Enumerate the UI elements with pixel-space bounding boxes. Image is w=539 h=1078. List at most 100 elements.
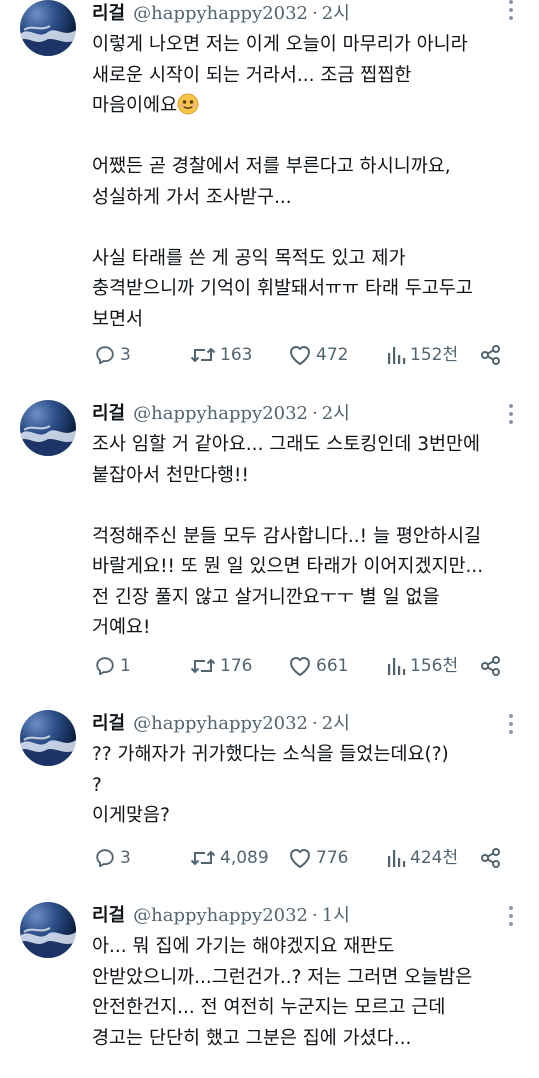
- separator-dot: ·: [312, 713, 318, 734]
- separator-dot: ·: [312, 403, 318, 424]
- action-bar: 3 163 472 152천: [92, 342, 512, 368]
- more-options-icon[interactable]: [508, 714, 514, 734]
- retweet-button[interactable]: 4,089: [190, 845, 269, 871]
- retweet-count: 176: [220, 656, 253, 676]
- reply-count: 1: [120, 656, 131, 676]
- text-line: ?? 가해자가 귀가했다는 소식을 들었는데요(?): [92, 744, 449, 765]
- text-line: 거예요!: [92, 617, 151, 638]
- text-line: 안전한건지... 전 여전히 누군지는 모르고 근데: [92, 997, 446, 1018]
- text-line: 새로운 시작이 되는 거라서... 조금 찝찝한: [92, 64, 412, 86]
- heart-icon: [290, 849, 310, 868]
- views-button[interactable]: 424천: [386, 845, 458, 871]
- timestamp[interactable]: 2시: [322, 713, 350, 734]
- more-options-icon[interactable]: [508, 906, 514, 926]
- tweet-header: 리걸 @happyhappy2032 · 2시: [92, 710, 350, 738]
- display-name[interactable]: 리걸: [92, 403, 125, 424]
- text-fragment: 마음이에요: [92, 95, 178, 116]
- share-icon: [481, 345, 500, 365]
- views-icon: [388, 850, 406, 867]
- share-icon: [481, 848, 500, 868]
- reply-icon: [96, 346, 114, 365]
- tweet-text: ?? 가해자가 귀가했다는 소식을 들었는데요(?) ? 이게맞음?: [92, 740, 522, 832]
- retweet-icon: [190, 850, 216, 866]
- avatar[interactable]: [20, 710, 76, 766]
- reply-count: 3: [120, 345, 131, 365]
- text-line: 걱정해주신 분들 모두 감사합니다..! 늘 평안하시길: [92, 525, 481, 547]
- view-count: 424천: [410, 848, 459, 868]
- retweet-button[interactable]: 163: [190, 342, 252, 368]
- tweet-text: 이렇게 나오면 저는 이게 오늘이 마무리가 아니라 새로운 시작이 되는 거라…: [92, 30, 522, 335]
- text-line: 바랄게요!! 또 뭔 일 있으면 타래가 이어지겠지만...: [92, 556, 484, 577]
- avatar[interactable]: [20, 400, 76, 456]
- separator-dot: ·: [312, 3, 318, 24]
- display-name[interactable]: 리걸: [92, 3, 125, 24]
- views-button[interactable]: 152천: [386, 342, 458, 368]
- avatar[interactable]: [20, 902, 76, 958]
- view-count: 152천: [410, 345, 459, 365]
- display-name[interactable]: 리걸: [92, 905, 125, 926]
- text-line: 보면서: [92, 308, 144, 330]
- user-handle[interactable]: @happyhappy2032: [133, 3, 308, 24]
- reply-button[interactable]: 3: [94, 845, 131, 871]
- view-count: 156천: [410, 656, 459, 676]
- reply-button[interactable]: 1: [94, 653, 131, 679]
- timestamp[interactable]: 1시: [322, 905, 350, 926]
- like-count: 472: [316, 345, 349, 365]
- text-line: 아... 뭐 집에 가기는 해야겠지요 재판도: [92, 936, 395, 957]
- retweet-icon: [190, 347, 216, 363]
- views-button[interactable]: 156천: [386, 653, 458, 679]
- share-button[interactable]: [480, 653, 502, 679]
- like-button[interactable]: 472: [288, 342, 348, 368]
- like-button[interactable]: 776: [288, 845, 348, 871]
- text-line: 이게맞음?: [92, 805, 170, 826]
- text-line: 어쨌든 곧 경찰에서 저를 부른다고 하시니까요,: [92, 156, 451, 177]
- reply-icon: [96, 849, 114, 868]
- text-line: 조사 임할 거 같아요... 그래도 스토킹인데 3번만에: [92, 434, 481, 455]
- share-icon: [481, 656, 500, 676]
- share-button[interactable]: [480, 845, 502, 871]
- text-line: 붙잡아서 천만다행!!: [92, 464, 249, 486]
- heart-icon: [290, 346, 310, 365]
- reply-icon: [96, 657, 114, 676]
- user-handle[interactable]: @happyhappy2032: [133, 713, 308, 734]
- views-icon: [388, 347, 406, 364]
- separator-dot: ·: [312, 905, 318, 926]
- timestamp[interactable]: 2시: [322, 403, 350, 424]
- tweet-text: 조사 임할 거 같아요... 그래도 스토킹인데 3번만에 붙잡아서 천만다행!…: [92, 430, 522, 644]
- views-icon: [388, 658, 406, 675]
- like-count: 661: [316, 656, 349, 676]
- timestamp[interactable]: 2시: [322, 3, 350, 24]
- reply-button[interactable]: 3: [94, 342, 131, 368]
- more-options-icon[interactable]: [508, 0, 514, 20]
- text-line: 성실하게 가서 조사받구...: [92, 186, 292, 208]
- reply-count: 3: [120, 848, 131, 868]
- user-handle[interactable]: @happyhappy2032: [133, 403, 308, 424]
- tweet-header: 리걸 @happyhappy2032 · 1시: [92, 902, 350, 930]
- text-line: 전 긴장 풀지 않고 살거니깐요ㅜㅜ 별 일 없을: [92, 586, 440, 608]
- slightly-smiling-face-icon: [177, 93, 199, 115]
- text-line: 안받았으니까...그런건가..? 저는 그러면 오늘밤은: [92, 966, 473, 988]
- share-button[interactable]: [480, 342, 502, 368]
- tweet-header: 리걸 @happyhappy2032 · 2시: [92, 0, 350, 28]
- action-bar: 1 176 661 156천: [92, 653, 512, 679]
- tweet-header: 리걸 @happyhappy2032 · 2시: [92, 400, 350, 428]
- text-line: ?: [92, 774, 102, 796]
- retweet-button[interactable]: 176: [190, 653, 252, 679]
- action-bar: 3 4,089 776 424천: [92, 845, 512, 871]
- text-line: 충격받으니까 기억이 휘발돼서ㅠㅠ 타래 두고두고: [92, 278, 473, 299]
- tweet-text: 아... 뭐 집에 가기는 해야겠지요 재판도 안받았으니까...그런건가..?…: [92, 932, 522, 1054]
- like-count: 776: [316, 848, 349, 868]
- retweet-icon: [190, 658, 216, 674]
- retweet-count: 4,089: [220, 848, 269, 868]
- display-name[interactable]: 리걸: [92, 713, 125, 734]
- avatar[interactable]: [20, 0, 76, 56]
- more-options-icon[interactable]: [508, 404, 514, 424]
- retweet-count: 163: [220, 345, 253, 365]
- user-handle[interactable]: @happyhappy2032: [133, 905, 308, 926]
- like-button[interactable]: 661: [288, 653, 348, 679]
- text-line: 사실 타래를 쓴 게 공익 목적도 있고 제가: [92, 247, 406, 269]
- heart-icon: [290, 657, 310, 676]
